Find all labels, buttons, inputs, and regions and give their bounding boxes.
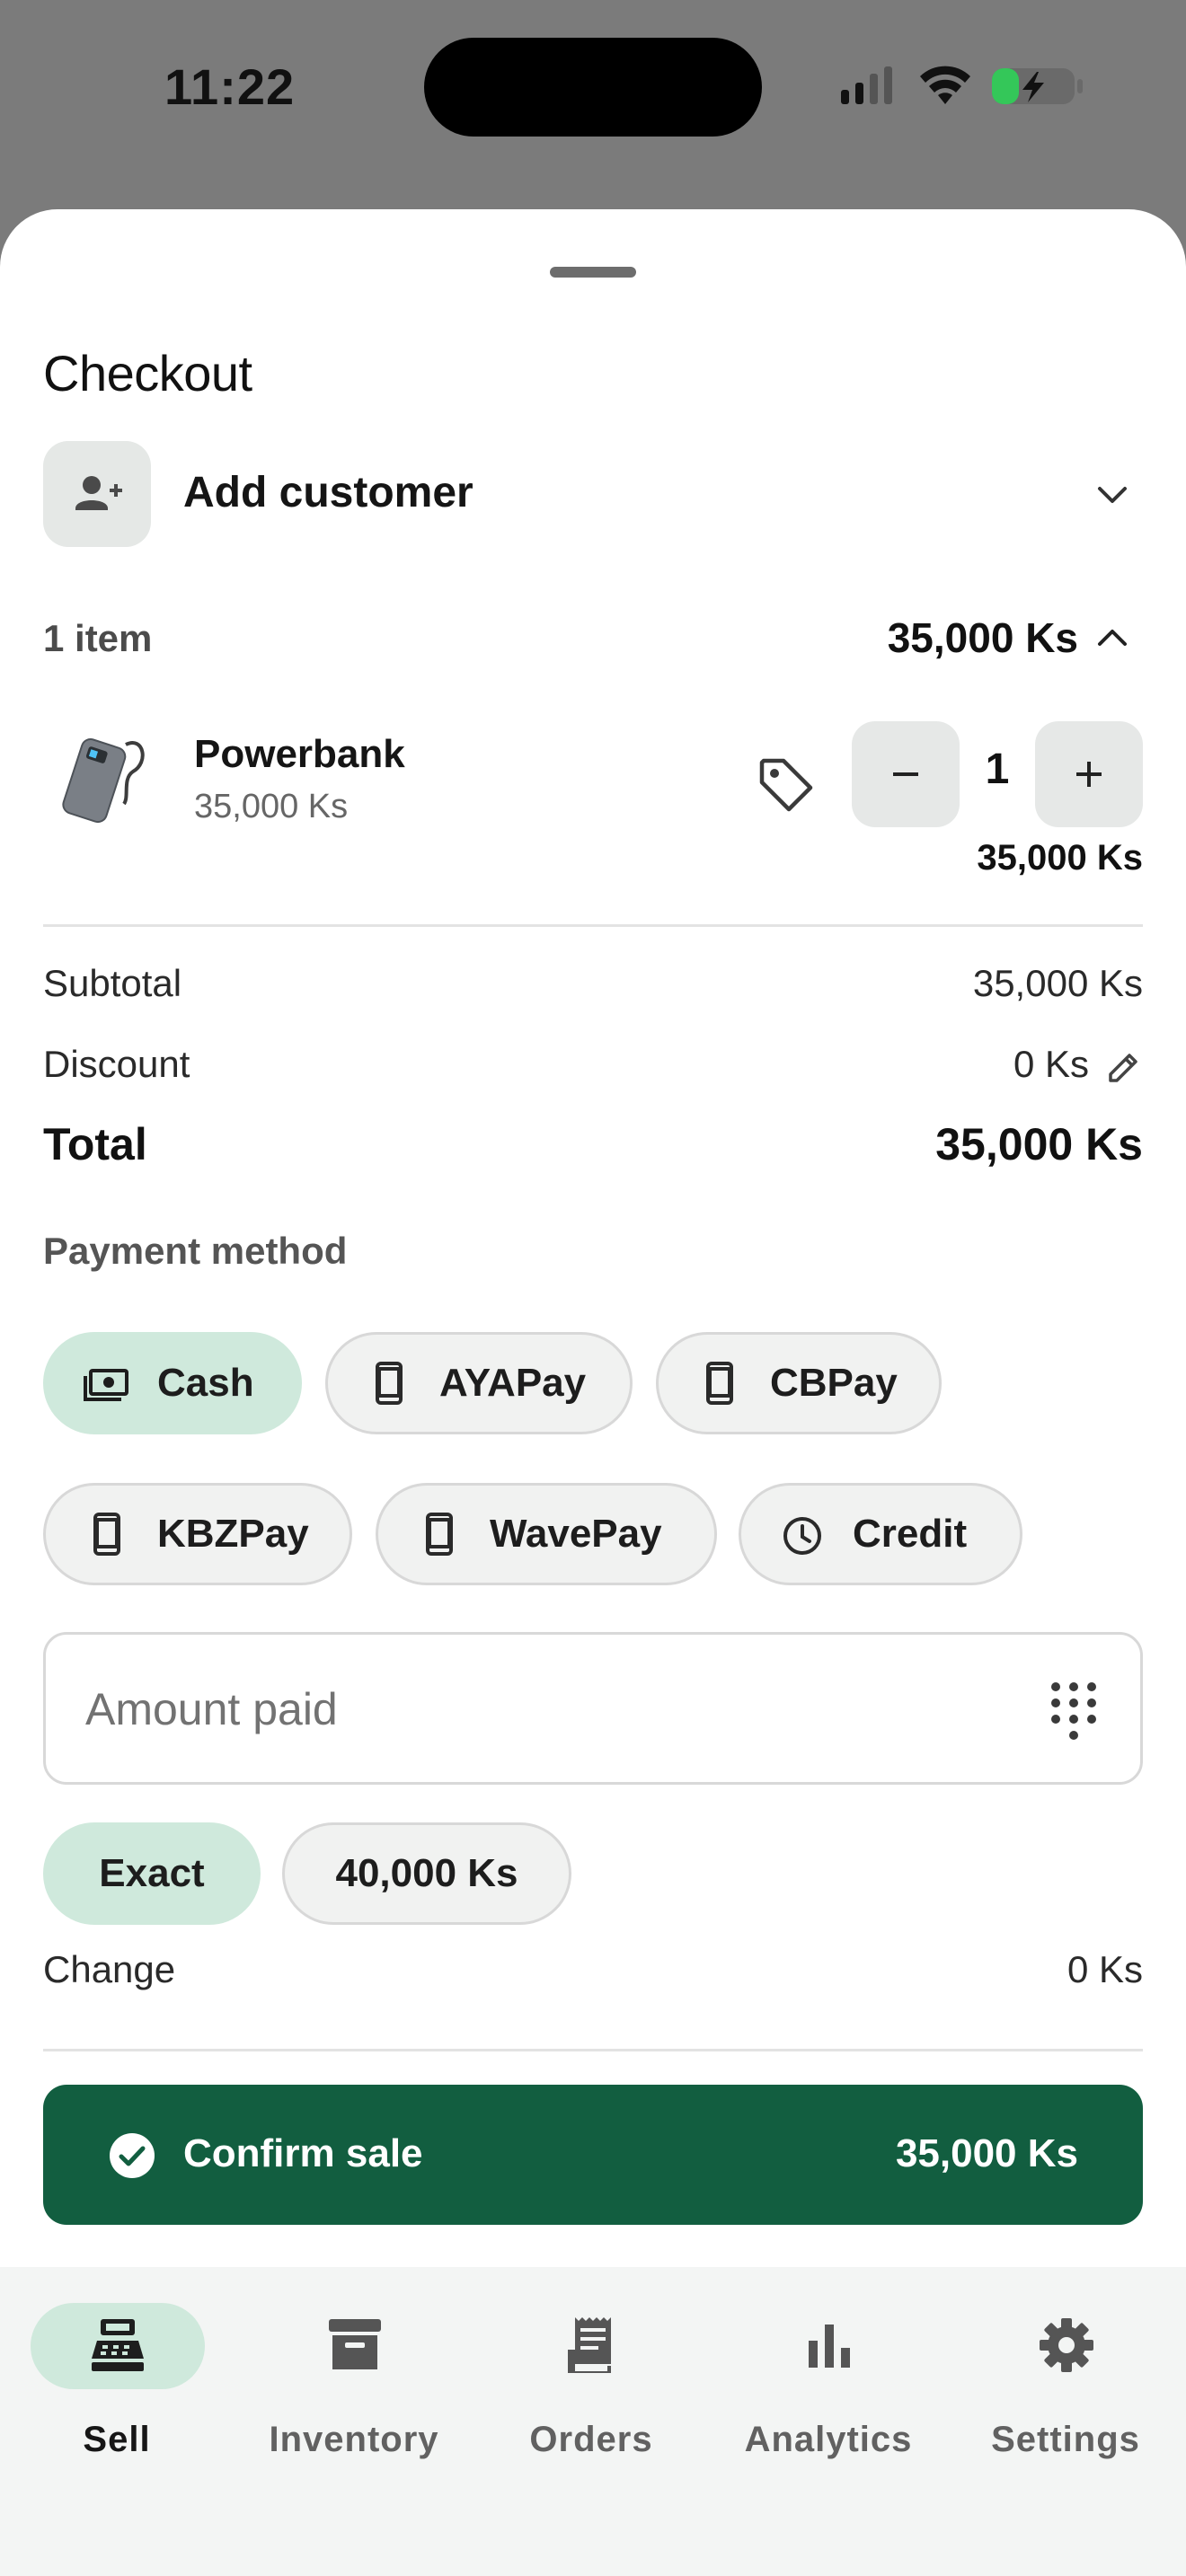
total-row: Total 35,000 Ks [43,1118,1143,1172]
divider [43,924,1143,927]
product-unit-price: 35,000 Ks [194,788,349,825]
payment-chip-label: KBZPay [157,1512,309,1556]
payment-chip-label: Cash [157,1361,254,1405]
payment-chip-ayapay[interactable]: AYAPay [325,1332,633,1434]
nav-label: Analytics [744,2420,913,2459]
status-bar: 11:22 [0,0,1186,180]
cash-icon [84,1369,128,1401]
decrease-quantity-button[interactable] [852,721,960,827]
keypad-icon[interactable] [1047,1680,1101,1744]
nav-item-analytics[interactable]: Analytics [730,2303,927,2459]
confirm-sale-label: Confirm sale [183,2131,423,2175]
add-customer-row[interactable]: Add customer [43,441,1143,547]
bottom-navigation: Sell Inventory Orders Analytics Settings [0,2267,1186,2576]
total-value: 35,000 Ks [935,1119,1143,1169]
items-summary-row[interactable]: 1 item 35,000 Ks [43,612,1143,666]
discount-label: Discount [43,1043,190,1085]
increase-quantity-button[interactable] [1035,721,1143,827]
items-total: 35,000 Ks [887,614,1078,661]
nav-label: Sell [83,2420,151,2459]
amount-paid-input[interactable] [85,1671,984,1748]
payment-method-label: Payment method [43,1230,348,1272]
phone-icon [706,1362,733,1405]
plus-icon [1076,762,1102,787]
payment-chip-label: WavePay [490,1512,662,1556]
status-icons [841,66,1083,104]
powerbank-image [62,738,145,824]
register-icon [92,2319,144,2371]
tag-icon[interactable] [755,754,818,816]
minus-icon [893,772,918,776]
nav-item-settings[interactable]: Settings [967,2303,1164,2459]
clock-icon [783,1517,821,1555]
sheet-grabber[interactable] [550,267,636,278]
phone-icon [376,1362,403,1405]
check-circle-icon [110,2133,155,2178]
payment-chip-cbpay[interactable]: CBPay [656,1332,942,1434]
add-person-icon [43,441,151,547]
payment-chip-cash[interactable]: Cash [43,1332,302,1434]
nav-label: Orders [529,2420,653,2459]
cart-item: Powerbank 35,000 Ks 1 35,000 Ks [43,718,1143,879]
confirm-sale-amount: 35,000 Ks [895,2131,1078,2175]
subtotal-value: 35,000 Ks [972,962,1143,1004]
discount-value: 0 Ks [1013,1043,1089,1085]
chevron-up-icon[interactable] [1093,619,1132,658]
add-customer-label: Add customer [183,469,474,516]
amount-paid-field[interactable] [43,1632,1143,1785]
bar-chart-icon [809,2325,850,2368]
confirm-sale-button[interactable]: Confirm sale 35,000 Ks [43,2085,1143,2225]
page-title: Checkout [43,345,252,401]
payment-chip-credit[interactable]: Credit [739,1483,1022,1585]
discount-row[interactable]: Discount 0 Ks [43,1043,1143,1097]
checkout-sheet: Checkout Add customer 1 item 35,000 Ks P… [0,209,1186,2576]
quick-amount-40000[interactable]: 40,000 Ks [282,1822,571,1925]
archive-icon [329,2319,381,2369]
wifi-icon [920,66,970,104]
phone-icon [93,1513,120,1556]
divider [43,2049,1143,2051]
receipt-icon [568,2317,611,2373]
subtotal-row: Subtotal 35,000 Ks [43,962,1143,1016]
payment-chip-kbzpay[interactable]: KBZPay [43,1483,352,1585]
payment-chip-wavepay[interactable]: WavePay [376,1483,717,1585]
quick-amount-exact[interactable]: Exact [43,1822,261,1925]
payment-chip-label: AYAPay [439,1361,587,1405]
payment-chip-label: CBPay [770,1361,898,1405]
nav-label: Inventory [269,2420,439,2459]
chevron-down-icon[interactable] [1091,473,1134,516]
phone-icon [426,1513,453,1556]
change-row: Change 0 Ks [43,1948,1143,2002]
dynamic-island [424,38,762,137]
nav-item-sell[interactable]: Sell [31,2303,228,2459]
status-time: 11:22 [164,58,296,115]
line-total: 35,000 Ks [977,838,1143,878]
gear-icon [1040,2318,1093,2372]
subtotal-label: Subtotal [43,962,182,1004]
battery-icon [992,68,1083,104]
change-label: Change [43,1948,176,1990]
total-label: Total [43,1119,147,1169]
cellular-signal-icon [841,66,892,104]
items-count: 1 item [43,617,153,659]
product-name: Powerbank [194,732,405,776]
payment-chip-label: Credit [853,1512,968,1556]
pencil-icon[interactable] [1103,1048,1143,1088]
quantity-value: 1 [985,745,1010,793]
nav-label: Settings [991,2420,1140,2459]
nav-item-orders[interactable]: Orders [492,2303,690,2459]
nav-item-inventory[interactable]: Inventory [255,2303,453,2459]
change-value: 0 Ks [1067,1948,1143,1990]
